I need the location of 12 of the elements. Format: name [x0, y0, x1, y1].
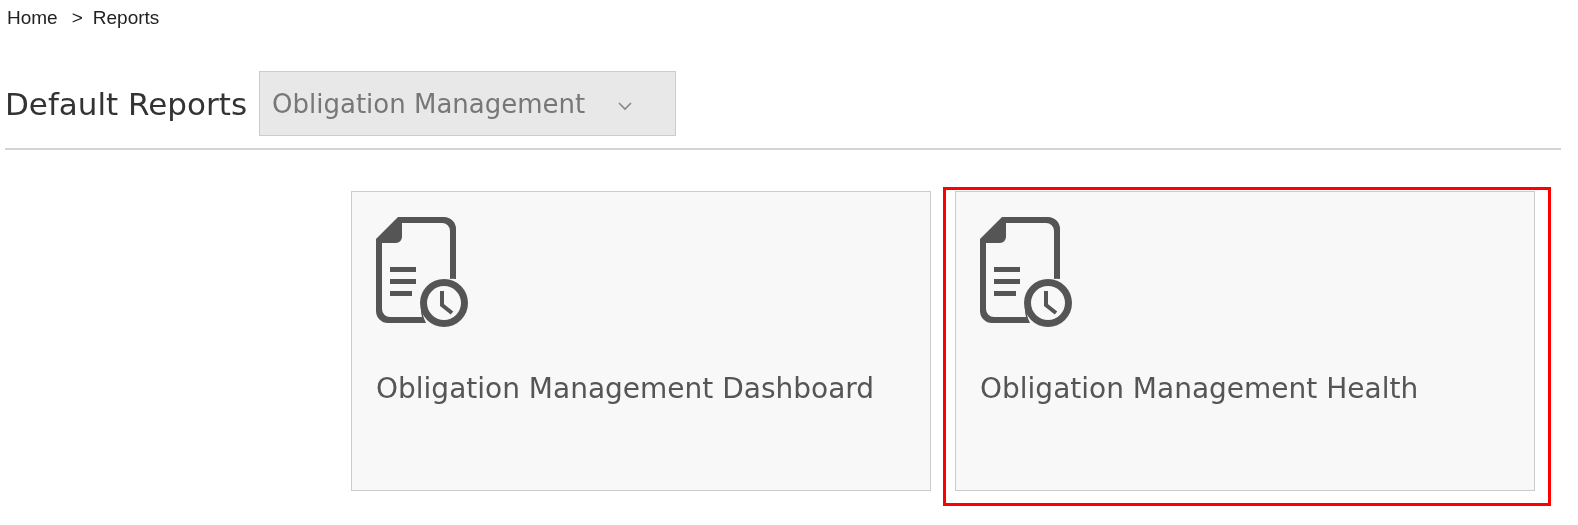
card-title: Obligation Management Health — [980, 371, 1420, 407]
report-clock-icon — [376, 217, 470, 329]
report-clock-icon — [980, 217, 1074, 329]
breadcrumb-link[interactable]: Reports — [92, 7, 160, 29]
page-title: Default Reports — [5, 85, 248, 122]
breadcrumb-separator: > — [71, 7, 83, 29]
caret-icon — [617, 100, 634, 111]
card-title: Obligation Management Dashboard — [376, 371, 876, 407]
report-card[interactable]: Obligation Management Dashboard — [351, 191, 931, 491]
breadcrumb-link[interactable]: Home — [7, 7, 58, 29]
report-dropdown[interactable]: Obligation Management — [259, 71, 677, 136]
report-card[interactable]: Obligation Management Health — [955, 191, 1535, 491]
